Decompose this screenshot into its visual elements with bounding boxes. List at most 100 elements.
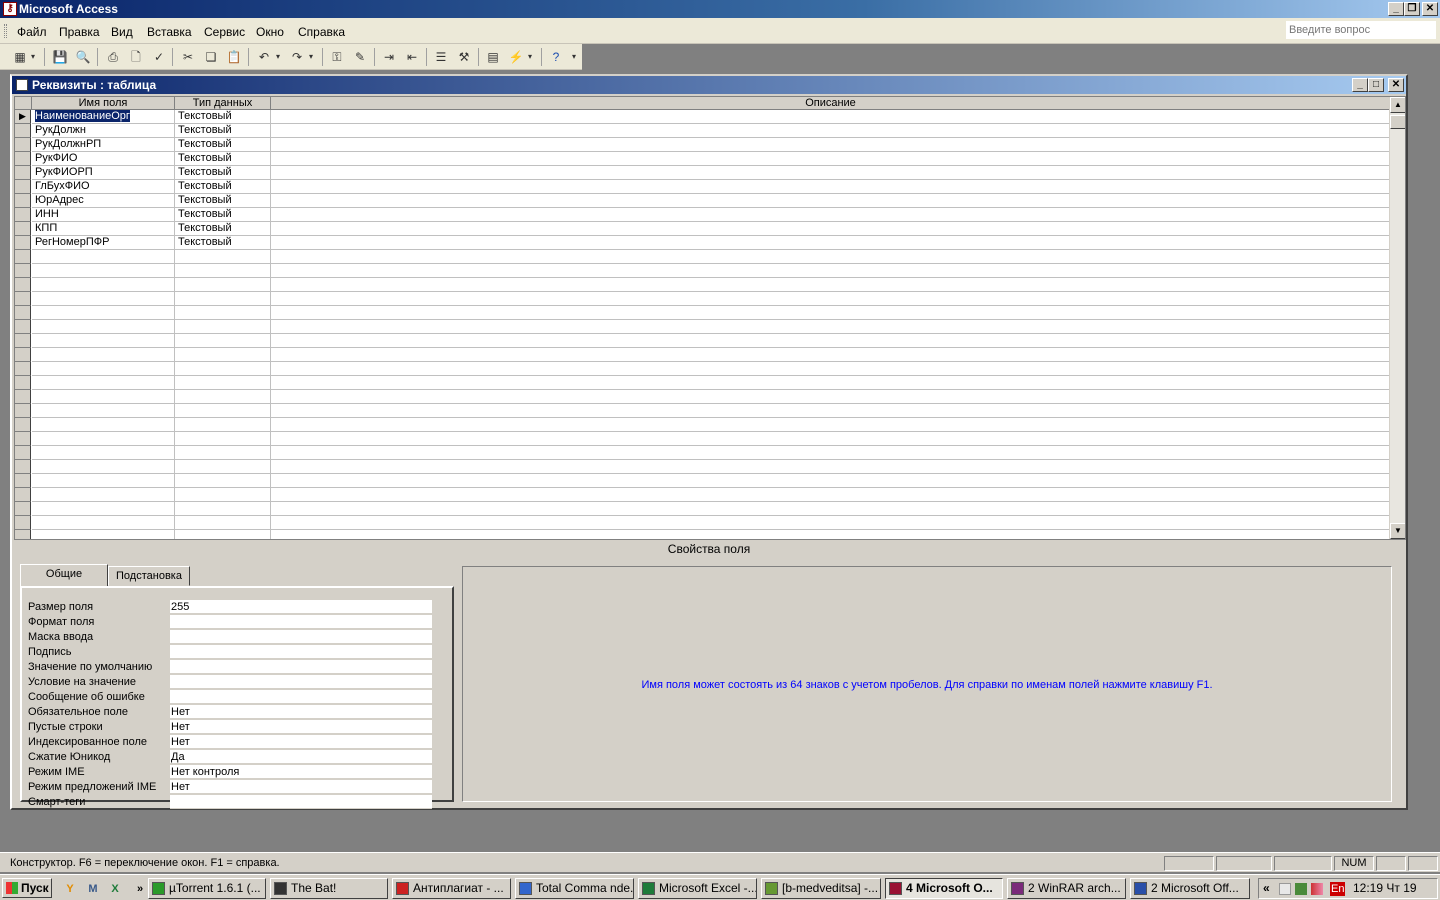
cell-field-name[interactable] [32, 334, 175, 348]
cell-data-type[interactable] [175, 530, 271, 539]
menu-file[interactable]: Файл [17, 25, 47, 39]
cell-description[interactable] [271, 194, 1391, 208]
quicklaunch-more-icon[interactable]: » [132, 881, 148, 897]
cell-description[interactable] [271, 432, 1391, 446]
cell-description[interactable] [271, 264, 1391, 278]
header-description[interactable]: Описание [271, 97, 1391, 110]
scroll-up-icon[interactable]: ▲ [1390, 97, 1405, 113]
cell-field-name[interactable] [32, 320, 175, 334]
table-row[interactable] [15, 404, 1391, 418]
cell-field-name[interactable] [32, 292, 175, 306]
row-selector[interactable] [15, 474, 31, 488]
table-row[interactable] [15, 446, 1391, 460]
row-selector[interactable] [15, 334, 31, 348]
redo-icon[interactable]: ↷ [289, 49, 305, 65]
undo-icon[interactable]: ↶ [256, 49, 272, 65]
cell-data-type[interactable] [175, 516, 271, 530]
clock[interactable]: 12:19 Чт 19 [1353, 879, 1417, 898]
cell-data-type[interactable] [175, 502, 271, 516]
print-preview-icon[interactable]: 🗋 [128, 49, 144, 65]
insert-rows-icon[interactable]: ⇥ [381, 49, 397, 65]
row-selector[interactable] [15, 306, 31, 320]
property-value[interactable]: 255 [170, 600, 432, 614]
quicklaunch-miranda-icon[interactable]: M [85, 881, 101, 897]
taskbar-task[interactable]: 4 Microsoft O... [885, 878, 1003, 899]
table-row[interactable]: КПП Текстовый [15, 222, 1391, 236]
cell-field-name[interactable] [32, 264, 175, 278]
cell-field-name[interactable] [32, 488, 175, 502]
cell-description[interactable] [271, 222, 1391, 236]
table-row[interactable] [15, 264, 1391, 278]
menu-help[interactable]: Справка [298, 25, 345, 39]
cell-field-name[interactable]: НаименованиеОрг [32, 110, 175, 124]
table-close-button[interactable]: ✕ [1388, 78, 1404, 92]
row-selector[interactable] [15, 488, 31, 502]
delete-rows-icon[interactable]: ⇤ [404, 49, 420, 65]
primary-key-icon[interactable]: ⚿ [329, 49, 345, 65]
table-row[interactable] [15, 502, 1391, 516]
row-selector[interactable] [15, 222, 31, 236]
property-value[interactable]: Нет [170, 705, 432, 719]
property-value[interactable] [170, 795, 432, 809]
table-row[interactable]: РукФИОРП Текстовый [15, 166, 1391, 180]
taskbar-task[interactable]: 2 Microsoft Off... [1130, 878, 1250, 899]
cell-field-name[interactable] [32, 390, 175, 404]
cell-description[interactable] [271, 110, 1391, 124]
current-row-indicator-icon[interactable]: ▶ [15, 110, 31, 124]
cell-data-type[interactable] [175, 292, 271, 306]
cell-field-name[interactable]: ИНН [32, 208, 175, 222]
cell-field-name[interactable]: ЮрАдрес [32, 194, 175, 208]
property-value[interactable]: Нет [170, 735, 432, 749]
table-maximize-button[interactable]: □ [1368, 78, 1384, 92]
taskbar-task[interactable]: 2 WinRAR arch... [1007, 878, 1126, 899]
row-selector[interactable] [15, 166, 31, 180]
cell-field-name[interactable] [32, 474, 175, 488]
property-value[interactable]: Нет [170, 720, 432, 734]
cell-data-type[interactable] [175, 264, 271, 278]
table-row[interactable]: РукДолжнРП Текстовый [15, 138, 1391, 152]
row-selector[interactable] [15, 516, 31, 530]
copy-icon[interactable]: ❏ [203, 49, 219, 65]
menu-grip[interactable] [4, 24, 7, 38]
selected-field-name[interactable]: НаименованиеОрг [35, 110, 130, 122]
cell-field-name[interactable]: РегНомерПФР [32, 236, 175, 250]
tray-speaker-icon[interactable] [1311, 883, 1323, 895]
table-row[interactable] [15, 474, 1391, 488]
row-selector[interactable] [15, 152, 31, 166]
new-object-icon[interactable]: ⚡ [508, 49, 524, 65]
cell-field-name[interactable] [32, 460, 175, 474]
cell-data-type[interactable]: Текстовый [175, 110, 271, 124]
cell-description[interactable] [271, 138, 1391, 152]
spelling-icon[interactable]: ✓ [151, 49, 167, 65]
table-row[interactable] [15, 390, 1391, 404]
cell-data-type[interactable]: Текстовый [175, 138, 271, 152]
cell-field-name[interactable] [32, 362, 175, 376]
cell-field-name[interactable] [32, 446, 175, 460]
cell-description[interactable] [271, 292, 1391, 306]
cell-data-type[interactable] [175, 362, 271, 376]
cell-description[interactable] [271, 474, 1391, 488]
table-row[interactable]: РукДолжн Текстовый [15, 124, 1391, 138]
scroll-thumb[interactable] [1390, 115, 1405, 129]
property-value[interactable] [170, 690, 432, 704]
row-selector[interactable] [15, 138, 31, 152]
row-selector[interactable] [15, 236, 31, 250]
cell-field-name[interactable] [32, 418, 175, 432]
cell-data-type[interactable] [175, 488, 271, 502]
cell-data-type[interactable] [175, 250, 271, 264]
cell-data-type[interactable] [175, 376, 271, 390]
cell-data-type[interactable]: Текстовый [175, 166, 271, 180]
tray-expand-icon[interactable]: « [1263, 879, 1270, 898]
cell-field-name[interactable] [32, 376, 175, 390]
taskbar-task[interactable]: Total Comma nde... [515, 878, 634, 899]
cell-description[interactable] [271, 530, 1391, 539]
new-object-dropdown-icon[interactable]: ▾ [525, 49, 535, 65]
row-selector[interactable] [15, 460, 31, 474]
cell-data-type[interactable] [175, 446, 271, 460]
property-value[interactable]: Нет [170, 780, 432, 794]
table-row[interactable] [15, 292, 1391, 306]
table-row[interactable] [15, 334, 1391, 348]
cell-field-name[interactable]: КПП [32, 222, 175, 236]
table-row[interactable] [15, 488, 1391, 502]
start-button[interactable]: Пуск [2, 878, 52, 898]
